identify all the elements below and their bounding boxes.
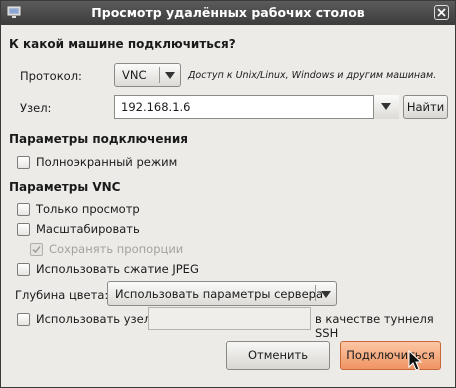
combo-separator (315, 285, 316, 301)
scale-label: Масштабировать (36, 222, 140, 236)
chevron-down-icon (381, 103, 391, 110)
depth-select[interactable]: Использовать параметры сервера (107, 281, 337, 306)
host-combo-entry[interactable]: 192.168.1.6 (114, 95, 399, 119)
checkmark-icon (32, 245, 41, 254)
host-value: 192.168.1.6 (121, 100, 191, 114)
host-label: Узел: (20, 101, 52, 115)
window-title: Просмотр удалённых рабочих столов (91, 5, 365, 20)
depth-value: Использовать параметры сервера (115, 287, 324, 301)
connection-params-heading: Параметры подключения (9, 132, 188, 146)
close-icon (437, 8, 446, 17)
dialog-window: Просмотр удалённых рабочих столов К како… (0, 0, 456, 388)
close-button[interactable] (434, 5, 449, 20)
fullscreen-label: Полноэкранный режим (36, 155, 178, 169)
find-button[interactable]: Найти (403, 95, 448, 119)
jpeg-checkbox[interactable] (17, 263, 30, 276)
tunnel-host-input[interactable] (148, 307, 311, 330)
keep-ratio-label: Сохранять пропорции (49, 242, 184, 256)
chevron-down-icon (165, 72, 175, 79)
protocol-label: Протокол: (20, 69, 82, 83)
protocol-select[interactable]: VNC (114, 63, 181, 87)
title-bar[interactable]: Просмотр удалённых рабочих столов (1, 1, 455, 25)
host-dropdown-button[interactable] (373, 95, 399, 119)
protocol-value: VNC (122, 68, 147, 82)
view-only-label: Только просмотр (36, 202, 140, 216)
tunnel-checkbox[interactable] (17, 313, 30, 326)
vnc-params-heading: Параметры VNC (9, 180, 121, 194)
jpeg-label: Использовать сжатие JPEG (36, 262, 199, 276)
tunnel-label: Использовать узел (36, 312, 152, 326)
protocol-hint: Доступ к Unix/Linux, Windows и другим ма… (188, 70, 437, 81)
keep-ratio-checkbox[interactable] (30, 243, 43, 256)
scale-checkbox[interactable] (17, 223, 30, 236)
fullscreen-checkbox[interactable] (17, 156, 30, 169)
tunnel-suffix: в качестве туннеля SSH (315, 312, 434, 340)
chevron-down-icon (321, 291, 331, 298)
depth-label: Глубина цвета: (15, 288, 109, 302)
view-only-checkbox[interactable] (17, 203, 30, 216)
combo-separator (159, 67, 160, 83)
connect-heading: К какой машине подключиться? (9, 37, 236, 51)
connect-button[interactable]: Подключиться (340, 341, 441, 370)
mouse-pointer-icon (408, 350, 422, 371)
cancel-button[interactable]: Отменить (226, 341, 330, 370)
